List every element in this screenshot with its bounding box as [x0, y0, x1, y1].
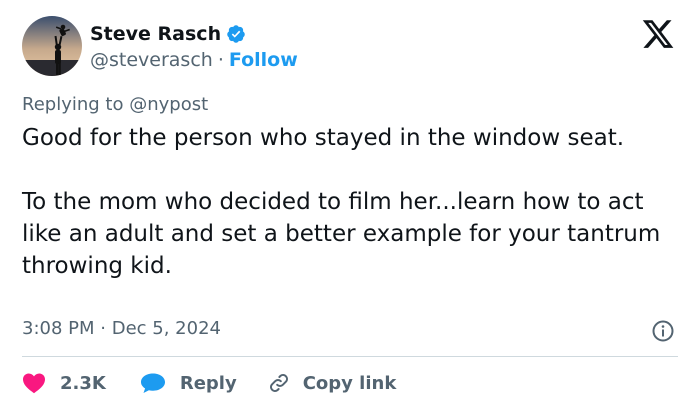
reply-button[interactable]: Reply [140, 372, 237, 394]
tweet-text: Good for the person who stayed in the wi… [22, 122, 682, 282]
copy-link-label: Copy link [302, 372, 397, 394]
like-count: 2.3K [60, 372, 106, 394]
tweet-date: Dec 5, 2024 [111, 318, 221, 339]
like-button[interactable]: 2.3K [22, 372, 106, 394]
tweet-card: Steve Rasch @steverasch · Follow Replyin… [0, 0, 700, 410]
reply-target-link[interactable]: @nypost [129, 94, 208, 115]
tweet-paragraph: Good for the person who stayed in the wi… [22, 125, 625, 151]
author-handle-row: @steverasch · Follow [90, 48, 298, 72]
handle-separator: · [217, 49, 224, 71]
tweet-time: 3:08 PM [22, 318, 95, 339]
divider [22, 356, 678, 357]
tweet-timestamp[interactable]: 3:08 PM · Dec 5, 2024 [22, 318, 221, 339]
replying-prefix: Replying to [22, 94, 124, 115]
copy-link-button[interactable]: Copy link [267, 371, 397, 395]
author-handle[interactable]: @steverasch [90, 49, 213, 71]
avatar[interactable] [22, 16, 82, 76]
heart-icon [23, 373, 45, 394]
reply-label: Reply [179, 372, 237, 394]
link-icon [269, 374, 288, 392]
author-name-row: Steve Rasch [90, 22, 246, 46]
replying-to-line: Replying to @nypost [22, 94, 208, 115]
follow-button[interactable]: Follow [229, 49, 298, 71]
tweet-paragraph: To the mom who decided to film her...lea… [22, 189, 661, 279]
speech-bubble-icon [140, 373, 165, 393]
info-icon[interactable] [651, 319, 675, 343]
verified-badge-icon [226, 24, 246, 44]
author-display-name[interactable]: Steve Rasch [90, 23, 221, 45]
action-bar: 2.3K Reply Copy link [22, 370, 396, 396]
x-logo-icon[interactable] [640, 17, 676, 51]
timestamp-separator: · [100, 318, 106, 339]
